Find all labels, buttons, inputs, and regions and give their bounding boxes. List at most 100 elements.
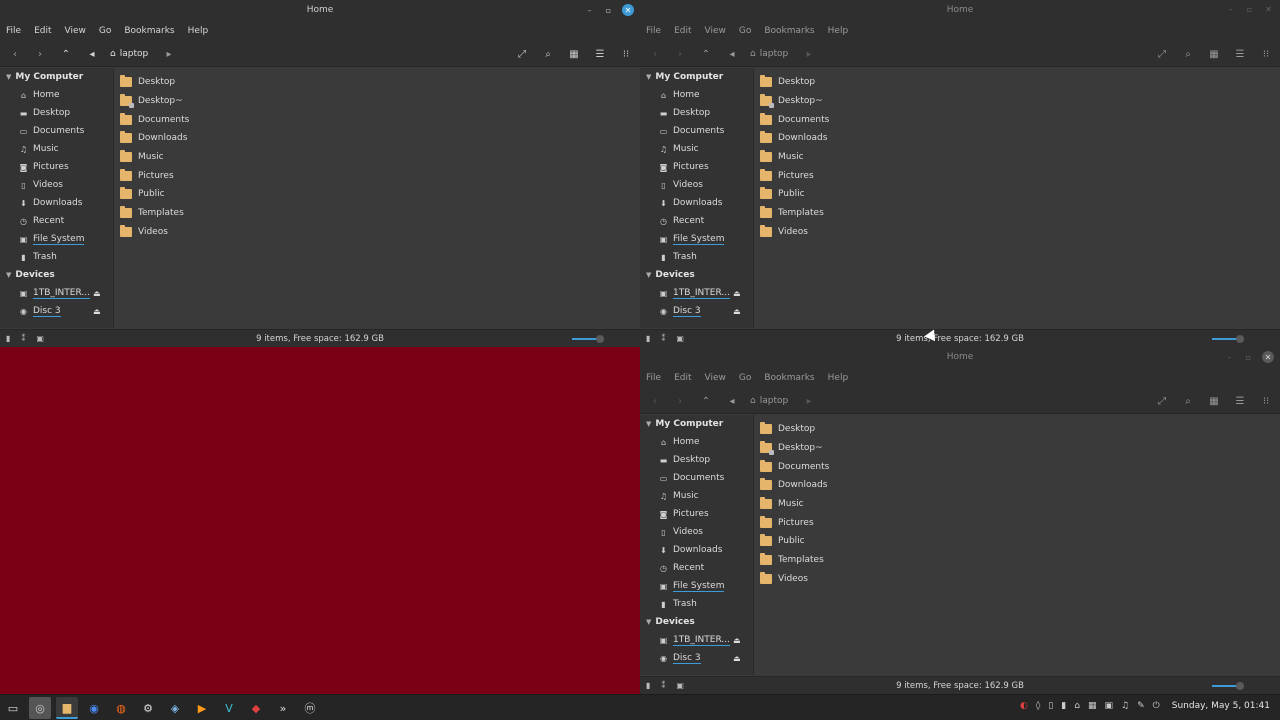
icon-view-icon[interactable]: ▦ <box>1206 393 1222 409</box>
app-launcher-icon[interactable]: ◎ <box>29 697 51 719</box>
file-item[interactable]: Documents <box>755 457 1280 476</box>
menu-edit[interactable]: Edit <box>674 373 691 383</box>
browser-icon[interactable]: ◉ <box>83 697 105 719</box>
breadcrumb[interactable]: ⌂ laptop <box>744 45 794 63</box>
sidebar-item-pictures[interactable]: ◙ Pictures <box>0 158 113 176</box>
tray-grid-icon[interactable]: ▦ <box>1088 701 1097 711</box>
file-item[interactable]: Public <box>115 185 640 204</box>
menu-go[interactable]: Go <box>739 373 751 383</box>
file-item[interactable]: Pictures <box>755 513 1280 532</box>
sidebar-item-recent[interactable]: ◷ Recent <box>640 212 753 230</box>
minimize-icon[interactable]: – <box>584 5 595 16</box>
tray-power-icon[interactable]: ⏻ <box>1153 701 1160 711</box>
up-icon[interactable]: ⌃ <box>698 393 714 409</box>
file-item[interactable]: Videos <box>755 570 1280 589</box>
file-item[interactable]: Templates <box>115 204 640 223</box>
icon-view-icon[interactable]: ▦ <box>566 46 582 62</box>
sidebar-item-music[interactable]: ♫ Music <box>640 487 753 505</box>
eject-icon[interactable]: ⏏ <box>93 307 101 316</box>
tray-display-icon[interactable]: ▣ <box>1104 701 1113 711</box>
mint-logo-icon[interactable]: ⓜ <box>299 697 321 719</box>
back-icon[interactable]: ‹ <box>7 46 23 62</box>
back-icon[interactable]: ‹ <box>647 46 663 62</box>
menu-bookmarks[interactable]: Bookmarks <box>764 26 814 36</box>
compact-view-icon[interactable]: ⁝⁝ <box>618 46 634 62</box>
sidebar-item-disc-3[interactable]: ◉ Disc 3 ⏏ <box>640 649 753 667</box>
sidebar-item-home[interactable]: ⌂ Home <box>640 86 753 104</box>
eject-icon[interactable]: ⏏ <box>733 636 741 645</box>
sidebar-item-videos[interactable]: ▯ Videos <box>640 176 753 194</box>
sidebar-item-desktop[interactable]: ▬ Desktop <box>640 451 753 469</box>
search-icon[interactable]: ⌕ <box>1180 393 1196 409</box>
sidebar-item-documents[interactable]: ▭ Documents <box>640 469 753 487</box>
file-item[interactable]: Desktop <box>755 73 1280 92</box>
eject-icon[interactable]: ⏏ <box>733 307 741 316</box>
breadcrumb-left-icon[interactable]: ◂ <box>84 46 100 62</box>
show-desktop-icon[interactable]: ▭ <box>2 697 24 719</box>
sidebar-item-desktop[interactable]: ▬ Desktop <box>640 104 753 122</box>
sidebar-item-downloads[interactable]: ⬇ Downloads <box>640 541 753 559</box>
sidebar-item-downloads[interactable]: ⬇ Downloads <box>0 194 113 212</box>
file-item[interactable]: Public <box>755 185 1280 204</box>
settings-icon[interactable]: ⚙ <box>137 697 159 719</box>
zoom-slider[interactable] <box>1212 335 1244 343</box>
file-item[interactable]: Pictures <box>755 166 1280 185</box>
zoom-slider[interactable] <box>1212 682 1244 690</box>
sidebar-item-pictures[interactable]: ◙ Pictures <box>640 505 753 523</box>
tray-notes-icon[interactable]: ✎ <box>1137 701 1145 711</box>
sidebar-item-1tb-drive[interactable]: ▣ 1TB_INTER... ⏏ <box>640 284 753 302</box>
sidebar-section-my-computer[interactable]: ▼ My Computer <box>640 415 753 433</box>
sidebar-section-devices[interactable]: ▼ Devices <box>640 266 753 284</box>
eject-icon[interactable]: ⏏ <box>93 289 101 298</box>
file-item[interactable]: Downloads <box>115 129 640 148</box>
app-red-icon[interactable]: ◆ <box>245 697 267 719</box>
menu-edit[interactable]: Edit <box>674 26 691 36</box>
file-item[interactable]: Desktop <box>755 420 1280 439</box>
titlebar[interactable]: Home – ▫ ✕ <box>640 0 1280 21</box>
forward-icon[interactable]: › <box>672 393 688 409</box>
sidebar-section-my-computer[interactable]: ▼ My Computer <box>0 68 113 86</box>
sidebar-section-my-computer[interactable]: ▼ My Computer <box>640 68 753 86</box>
tray-volume-icon[interactable]: ♫ <box>1121 701 1129 711</box>
search-icon[interactable]: ⌕ <box>1180 46 1196 62</box>
list-view-icon[interactable]: ☰ <box>1232 393 1248 409</box>
sidebar-item-videos[interactable]: ▯ Videos <box>640 523 753 541</box>
tray-window-icon[interactable]: ▯ <box>1048 701 1053 711</box>
sidebar-item-disc-3[interactable]: ◉ Disc 3 ⏏ <box>640 302 753 320</box>
file-item[interactable]: Documents <box>755 110 1280 129</box>
icon-view-icon[interactable]: ▦ <box>1206 46 1222 62</box>
maximize-icon[interactable]: ▫ <box>1243 352 1254 363</box>
menu-bookmarks[interactable]: Bookmarks <box>124 26 174 36</box>
menu-go[interactable]: Go <box>739 26 751 36</box>
menu-edit[interactable]: Edit <box>34 26 51 36</box>
file-item[interactable]: Desktop <box>115 73 640 92</box>
firefox-icon[interactable]: ◍ <box>110 697 132 719</box>
clock[interactable]: Sunday, May 5, 01:41 <box>1172 701 1270 711</box>
close-icon[interactable]: ✕ <box>622 4 634 16</box>
sidebar-item-trash[interactable]: ▮ Trash <box>0 248 113 266</box>
file-item[interactable]: Music <box>755 495 1280 514</box>
menu-file[interactable]: File <box>6 26 21 36</box>
eject-icon[interactable]: ⏏ <box>733 289 741 298</box>
zoom-slider[interactable] <box>572 335 604 343</box>
tray-network-icon[interactable]: ⌂ <box>1074 701 1080 711</box>
list-view-icon[interactable]: ☰ <box>1232 46 1248 62</box>
toggle-location-icon[interactable]: ⤢ <box>514 46 530 62</box>
sidebar-item-pictures[interactable]: ◙ Pictures <box>640 158 753 176</box>
breadcrumb[interactable]: ⌂ laptop <box>104 45 154 63</box>
toggle-location-icon[interactable]: ⤢ <box>1154 46 1170 62</box>
up-icon[interactable]: ⌃ <box>698 46 714 62</box>
file-item[interactable]: Videos <box>755 223 1280 242</box>
sidebar-item-home[interactable]: ⌂ Home <box>0 86 113 104</box>
toggle-location-icon[interactable]: ⤢ <box>1154 393 1170 409</box>
menu-bookmarks[interactable]: Bookmarks <box>764 373 814 383</box>
file-item[interactable]: Documents <box>115 110 640 129</box>
breadcrumb-left-icon[interactable]: ◂ <box>724 393 740 409</box>
sidebar-item-disc-3[interactable]: ◉ Disc 3 ⏏ <box>0 302 113 320</box>
sidebar-item-home[interactable]: ⌂ Home <box>640 433 753 451</box>
menu-go[interactable]: Go <box>99 26 111 36</box>
media-player-icon[interactable]: ▶ <box>191 697 213 719</box>
search-icon[interactable]: ⌕ <box>540 46 556 62</box>
sidebar-item-desktop[interactable]: ▬ Desktop <box>0 104 113 122</box>
file-item[interactable]: Desktop~ <box>755 439 1280 458</box>
